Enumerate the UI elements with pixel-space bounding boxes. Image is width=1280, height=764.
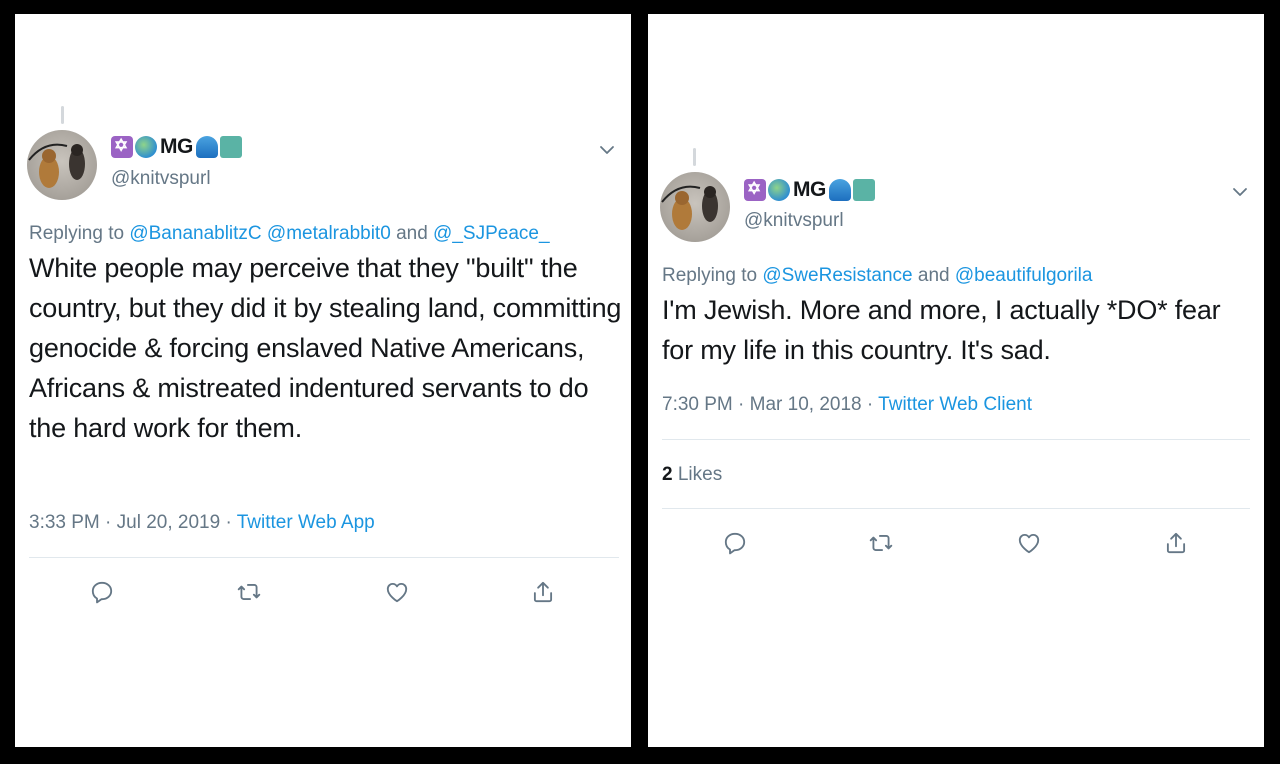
like-button[interactable] (1014, 528, 1044, 558)
avatar[interactable] (27, 130, 97, 200)
retweet-icon (869, 535, 893, 551)
avatar-cats-image (661, 185, 718, 230)
tweet-text: I'm Jewish. More and more, I actually *D… (662, 295, 1221, 365)
avatar-cats-image (28, 143, 85, 188)
avatar[interactable] (660, 172, 730, 242)
user-handle[interactable]: @knitvspurl (111, 168, 211, 190)
replying-to-line: Replying to @BananablitzC @metalrabbit0 … (29, 223, 550, 244)
share-icon (533, 581, 553, 603)
tweet-meta: 7:30 PM · Mar 10, 2018 · Twitter Web Cli… (662, 394, 1032, 415)
mention-link[interactable]: @beautifulgorila (955, 265, 1093, 286)
like-icon (386, 582, 408, 603)
tweet-card-1: MG @knitvspurl Replying to @BananablitzC… (15, 14, 631, 747)
share-icon (1166, 532, 1186, 554)
mention-link[interactable]: @BananablitzC @metalrabbit0 (129, 223, 390, 244)
tweet-time[interactable]: 3:33 PM (29, 512, 100, 533)
globe-icon (768, 179, 790, 201)
display-name[interactable]: MG (744, 178, 875, 202)
like-icon (1018, 533, 1040, 554)
retweet-button[interactable] (866, 528, 896, 558)
globe-icon (135, 136, 157, 158)
likes-count[interactable]: 2 Likes (662, 464, 722, 486)
like-button[interactable] (382, 577, 412, 607)
share-button[interactable] (1161, 528, 1191, 558)
wave-icon (828, 179, 851, 201)
reply-button[interactable] (720, 528, 750, 558)
chevron-down-icon[interactable] (597, 140, 617, 160)
star-of-david-icon (744, 179, 766, 201)
tweet-meta: 3:33 PM · Jul 20, 2019 · Twitter Web App (29, 512, 375, 533)
star-of-david-icon (111, 136, 133, 158)
retweet-icon (237, 584, 261, 600)
retweet-button[interactable] (234, 577, 264, 607)
reply-button[interactable] (87, 577, 117, 607)
user-handle[interactable]: @knitvspurl (744, 210, 844, 232)
mention-link[interactable]: @SweResistance (762, 265, 912, 286)
tweet-source-link[interactable]: Twitter Web Client (878, 394, 1032, 415)
tweet-date[interactable]: Jul 20, 2019 (117, 512, 221, 533)
reply-icon (91, 581, 113, 604)
wave-icon (195, 136, 218, 158)
divider (662, 439, 1250, 440)
statue-of-liberty-icon (219, 136, 242, 158)
divider (662, 508, 1250, 509)
thread-connector (693, 148, 696, 166)
statue-of-liberty-icon (852, 179, 875, 201)
chevron-down-icon[interactable] (1230, 182, 1250, 202)
reply-icon (724, 532, 746, 555)
thread-connector (61, 106, 64, 124)
divider (29, 557, 619, 558)
tweet-card-2: MG @knitvspurl Replying to @SweResistanc… (648, 14, 1264, 747)
display-name[interactable]: MG (111, 135, 242, 159)
tweet-source-link[interactable]: Twitter Web App (237, 512, 375, 533)
share-button[interactable] (528, 577, 558, 607)
tweet-time[interactable]: 7:30 PM (662, 394, 733, 415)
tweet-date[interactable]: Mar 10, 2018 (750, 394, 862, 415)
replying-to-line: Replying to @SweResistance and @beautifu… (662, 265, 1093, 286)
tweet-text: White people may perceive that they "bui… (29, 253, 622, 443)
mention-link[interactable]: @_SJPeace_ (433, 223, 549, 244)
